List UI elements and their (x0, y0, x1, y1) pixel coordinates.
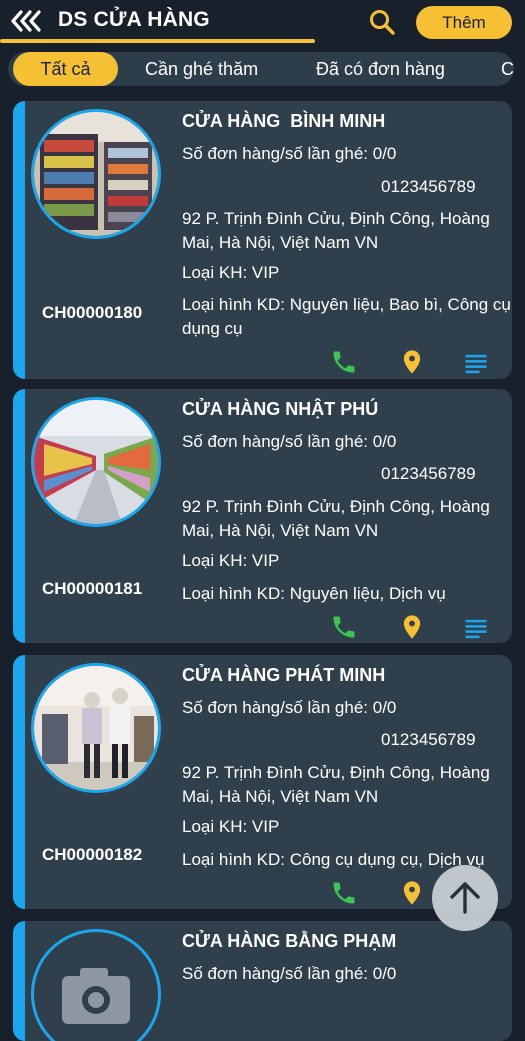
store-phone: 0123456789 (381, 730, 476, 749)
phone-icon[interactable] (330, 348, 358, 376)
store-name: CỬA HÀNG BÌNH MINH (182, 111, 386, 131)
business-type: Loại hình KD: Nguyên liệu, Dịch vụ (182, 584, 446, 603)
map-pin-icon[interactable] (398, 613, 426, 641)
visit-count: Số đơn hàng/số lần ghé: 0/0 (182, 432, 397, 451)
card-accent-bar (13, 921, 25, 1041)
store-photo (31, 663, 161, 793)
page-title: DS CỬA HÀNG (58, 8, 210, 31)
store-code: CH00000182 (42, 845, 143, 864)
store-shelves-photo (34, 112, 158, 236)
app-header: DS CỬA HÀNG Thêm (0, 0, 525, 46)
add-store-button[interactable]: Thêm (416, 6, 512, 39)
tab-need-visit[interactable]: Cần ghé thăm (145, 52, 258, 86)
store-card[interactable]: CỬA HÀNG BẰNG PHẠM Số đơn hàng/số lần gh… (13, 921, 512, 1041)
store-name: CỬA HÀNG BẰNG PHẠM (182, 931, 397, 951)
store-card[interactable]: CH00000181 CỬA HÀNG NHẬT PHÚ Số đơn hàng… (13, 389, 512, 643)
business-type: Loại hình KD: Nguyên liệu, Bao bì, Công … (182, 295, 511, 338)
supermarket-aisle-photo (34, 400, 158, 524)
list-lines-icon[interactable] (462, 614, 490, 642)
store-address: 92 P. Trịnh Đình Cửu, Định Công, Hoàng M… (182, 763, 490, 806)
store-phone: 0123456789 (381, 464, 476, 483)
store-code: CH00000180 (42, 303, 143, 322)
store-photo (31, 929, 161, 1041)
title-underline (0, 39, 315, 43)
search-icon[interactable] (368, 8, 396, 36)
clothing-store-photo (34, 666, 158, 790)
card-accent-bar (13, 655, 25, 909)
store-code: CH00000181 (42, 579, 143, 598)
store-address: 92 P. Trịnh Đình Cửu, Định Công, Hoàng M… (182, 209, 490, 252)
camera-placeholder-icon (62, 968, 130, 1024)
phone-icon[interactable] (330, 879, 358, 907)
list-lines-icon[interactable] (462, 349, 490, 377)
store-photo (31, 397, 161, 527)
store-photo (31, 109, 161, 239)
card-accent-bar (13, 101, 25, 379)
filter-tabs: Tất cả Cần ghé thăm Đã có đơn hàng C (8, 52, 514, 86)
store-card[interactable]: CH00000180 CỬA HÀNG BÌNH MINH Số đơn hàn… (13, 101, 512, 379)
arrow-up-icon (450, 882, 480, 914)
store-phone: 0123456789 (381, 177, 476, 196)
customer-type: Loại KH: VIP (182, 263, 280, 282)
visit-count: Số đơn hàng/số lần ghé: 0/0 (182, 964, 397, 983)
tab-more[interactable]: C (501, 52, 514, 86)
customer-type: Loại KH: VIP (182, 551, 280, 570)
card-accent-bar (13, 389, 25, 643)
store-name: CỬA HÀNG PHÁT MINH (182, 665, 386, 685)
map-pin-icon[interactable] (398, 879, 426, 907)
scroll-top-button[interactable] (432, 865, 498, 931)
map-pin-icon[interactable] (398, 348, 426, 376)
store-address: 92 P. Trịnh Đình Cửu, Định Công, Hoàng M… (182, 497, 490, 540)
tab-has-orders[interactable]: Đã có đơn hàng (316, 52, 445, 86)
back-icon[interactable] (10, 9, 44, 33)
visit-count: Số đơn hàng/số lần ghé: 0/0 (182, 698, 397, 717)
customer-type: Loại KH: VIP (182, 817, 280, 836)
visit-count: Số đơn hàng/số lần ghé: 0/0 (182, 144, 397, 163)
tab-all[interactable]: Tất cả (13, 52, 118, 86)
phone-icon[interactable] (330, 613, 358, 641)
store-name: CỬA HÀNG NHẬT PHÚ (182, 399, 379, 419)
